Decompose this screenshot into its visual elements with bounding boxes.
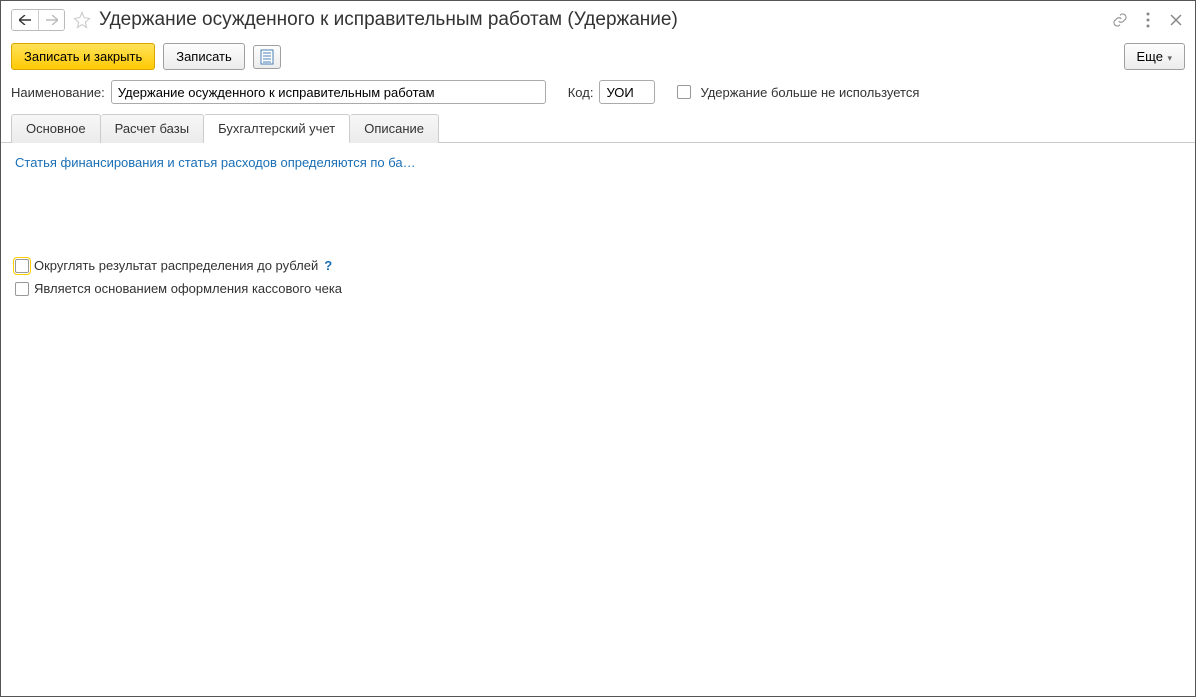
kebab-menu-icon[interactable] [1139,11,1157,29]
code-input[interactable] [599,80,655,104]
field-row: Наименование: Код: Удержание больше не и… [1,76,1195,114]
window-header: Удержание осужденного к исправительным р… [1,1,1195,37]
receipt-checkbox-label: Является основанием оформления кассового… [34,281,342,296]
tab-accounting[interactable]: Бухгалтерский учет [204,114,350,143]
forward-button[interactable] [38,10,64,30]
toolbar: Записать и закрыть Записать Еще [1,37,1195,76]
close-icon[interactable] [1167,11,1185,29]
back-button[interactable] [12,10,38,30]
receipt-checkbox[interactable] [15,282,29,296]
nav-arrows [11,9,65,31]
name-label: Наименование: [11,85,105,100]
round-row: Округлять результат распределения до руб… [15,258,1181,273]
more-menu-button[interactable]: Еще [1124,43,1185,70]
disabled-checkbox-label: Удержание больше не используется [700,85,919,100]
link-icon[interactable] [1111,11,1129,29]
help-icon[interactable]: ? [324,258,332,273]
save-and-close-button[interactable]: Записать и закрыть [11,43,155,70]
receipt-row: Является основанием оформления кассового… [15,281,1181,296]
report-button[interactable] [253,45,281,69]
tab-bar: Основное Расчет базы Бухгалтерский учет … [1,114,1195,143]
disabled-checkbox[interactable] [677,85,691,99]
financing-article-link[interactable]: Статья финансирования и статья расходов … [15,155,416,170]
tab-content: Статья финансирования и статья расходов … [1,143,1195,308]
header-actions [1111,11,1185,29]
page-title: Удержание осужденного к исправительным р… [99,9,1111,31]
favorite-star-icon[interactable] [71,9,93,31]
tab-base[interactable]: Расчет базы [101,114,205,143]
round-checkbox[interactable] [15,259,29,273]
code-label: Код: [568,85,594,100]
save-button[interactable]: Записать [163,43,245,70]
tab-main[interactable]: Основное [11,114,101,143]
name-input[interactable] [111,80,546,104]
tab-description[interactable]: Описание [350,114,439,143]
round-checkbox-label: Округлять результат распределения до руб… [34,258,318,273]
